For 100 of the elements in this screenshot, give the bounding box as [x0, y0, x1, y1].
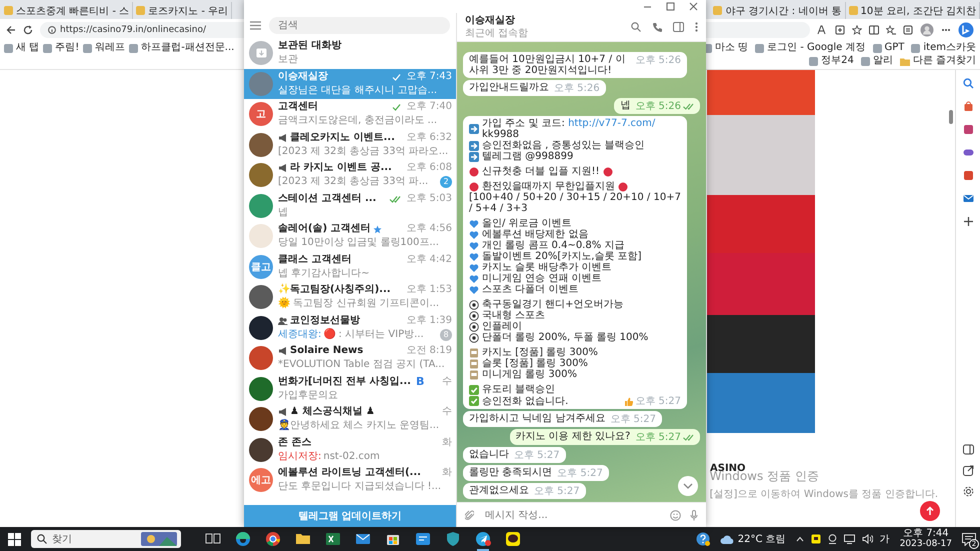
microphone-icon[interactable]: [690, 510, 698, 520]
star-icon[interactable]: [852, 25, 862, 35]
input-method-indicator[interactable]: 가: [880, 532, 890, 546]
bookmark-link[interactable]: 알리: [860, 55, 893, 67]
back-icon[interactable]: [6, 25, 16, 35]
phone-icon[interactable]: [652, 22, 662, 32]
chat-item[interactable]: 스테이션 고객센터 ... 오후 5:03 넵: [244, 190, 456, 221]
browser-tab[interactable]: 로즈카지노 - 우리: [133, 2, 232, 19]
search-field[interactable]: 검색: [269, 17, 450, 34]
bookmark-link[interactable]: 주림!: [43, 42, 80, 54]
chat-name: 솔레어(솔) 고객센터: [278, 223, 371, 236]
chat-item[interactable]: 에고 에볼루션 라이트닝 고객센터(... 화 단도 후문입니다 지급되셨습니다 !...: [244, 465, 456, 496]
chat-item[interactable]: 번화가[너머진 전부 사칭입... B 수 가입후문의요: [244, 374, 456, 404]
paper-plane-icon[interactable]: [475, 531, 491, 547]
speaker-icon[interactable]: [862, 534, 873, 544]
network-icon[interactable]: [844, 534, 855, 544]
close-icon[interactable]: [689, 2, 698, 11]
split-screen-icon[interactable]: [869, 25, 879, 35]
browser-icon[interactable]: [265, 531, 281, 547]
profile-icon[interactable]: [920, 23, 934, 37]
message-link[interactable]: http://v77-7.com/: [568, 118, 656, 129]
scroll-down-button[interactable]: [678, 476, 698, 496]
chat-item[interactable]: 클고 클래스 고객센터 오후 4:42 넵 후기감사합니다~: [244, 252, 456, 282]
speech-bubble-icon[interactable]: [505, 531, 521, 547]
message-time: 오후 5:27: [557, 468, 603, 479]
message-line: 슬롯 [정품] 롤링 300%: [482, 358, 588, 369]
external-link-icon[interactable]: [962, 465, 974, 476]
chat-item[interactable]: ♟ 체스공식채널 ♟ 수 👮안녕하세요 체스 카지노 운영팀...: [244, 404, 456, 434]
browser-tab[interactable]: 야구 경기시간 : 네이버 통: [710, 2, 846, 19]
more-icon[interactable]: [695, 22, 698, 32]
bookmark-link[interactable]: item스카웃: [911, 42, 976, 54]
attach-icon[interactable]: [465, 510, 474, 520]
menu-icon[interactable]: [250, 21, 261, 30]
chat-name: 클래스 고객센터: [278, 254, 352, 266]
browser-icon[interactable]: [235, 531, 251, 547]
chat-status: 최근에 접속함: [465, 28, 530, 40]
chat-item[interactable]: 고 고객센터 오후 7:40 금액크지도않은데, 충전금이라도 ...: [244, 99, 456, 130]
favicon-icon: [848, 6, 858, 15]
apps-icon[interactable]: [835, 25, 845, 35]
message-time: 오후 5:27: [610, 414, 656, 425]
tools-icon[interactable]: [962, 124, 974, 135]
favorites-icon[interactable]: [886, 25, 896, 35]
activation-text: [설정]으로 이동하여 Windows를 정품 인증합니다.: [710, 488, 938, 501]
mail-icon[interactable]: [355, 531, 371, 547]
bookmark-link[interactable]: 워레프: [83, 42, 126, 54]
message-input[interactable]: 메시지 작성...: [483, 508, 661, 522]
sidebar-icon[interactable]: [962, 444, 974, 455]
bookmark-link[interactable]: GPT: [872, 42, 904, 54]
chat-preview: 단도 후문입니다 지급되셨습니다 !...: [278, 481, 442, 494]
chat-item[interactable]: 코인정보선물방 오후 1:39 세종대왕: 🔴 : 시부터는 VIP방... 8: [244, 312, 456, 343]
search-highlight-drawing: [141, 532, 177, 546]
bookmark-link[interactable]: 로그인 - Google 계정: [755, 42, 866, 54]
shield-icon[interactable]: [445, 531, 461, 547]
copilot-icon[interactable]: [958, 22, 974, 38]
chat-item[interactable]: 솔레어(솔) 고객센터 오후 4:56 당일 10만이상 입금및 롤링100프...: [244, 221, 456, 252]
bookmark-link[interactable]: 정부24: [809, 55, 854, 67]
emoji-icon[interactable]: [670, 510, 681, 520]
taskbar-search-field[interactable]: 찾기: [31, 530, 181, 548]
scrollbar-thumb[interactable]: [949, 110, 953, 124]
chat-item[interactable]: 클레오카지노 이벤트... 오후 6:32 [2023 제 32회 총상금 33억 파라오...: [244, 130, 456, 160]
maximize-icon[interactable]: [666, 2, 675, 11]
speech-bubble-icon[interactable]: [810, 534, 821, 544]
chat-name: ✨독고팀장(사칭주의)...: [278, 284, 391, 296]
spreadsheet-icon[interactable]: [325, 531, 341, 547]
chat-preview: 보관: [278, 54, 298, 66]
search-icon[interactable]: [962, 78, 974, 89]
shopping-bag-icon[interactable]: [962, 101, 974, 112]
bookmark-link[interactable]: 다른 즐겨찾기: [900, 55, 976, 67]
browser-tab[interactable]: 10분 요리, 조간단 김치찬: [846, 2, 980, 19]
browser-tab[interactable]: 스포츠중계 빠른티비 - 스: [1, 2, 134, 19]
weather-text[interactable]: 22°C 흐림: [738, 532, 786, 546]
message-line: 축구동일경기 핸디+언오버가능: [482, 299, 624, 310]
start-icon[interactable]: [8, 532, 21, 546]
message-text: 관계없으세요: [469, 485, 529, 496]
scroll-top-button[interactable]: [920, 501, 940, 521]
search-icon[interactable]: [631, 22, 641, 32]
clock-time: 오후 7:44: [903, 528, 949, 539]
chat-item[interactable]: 존 존스 화 임시저장: nst-02.com: [244, 434, 456, 465]
folder-icon[interactable]: [295, 531, 311, 547]
message-line: [100+40 / 50+20 / 30+15 / 20+10 / 10+7 / 5+4 / 3+3: [469, 192, 681, 214]
reload-icon[interactable]: [23, 25, 33, 35]
chat-item[interactable]: Solaire News 오전 8:19 *EVOLUTION Table 점검 공지 (TA...: [244, 343, 456, 374]
office-icon[interactable]: [962, 170, 974, 181]
chat-item[interactable]: ✨독고팀장(사칭주의)... 오후 1:53 🌞 독고팀장 신규회원 기프티콘이...: [244, 282, 456, 312]
sidebar-icon[interactable]: [673, 22, 684, 32]
games-icon[interactable]: [962, 147, 974, 158]
help-icon[interactable]: [696, 532, 710, 546]
chat-item[interactable]: 라 카지노 이벤트 공... 오후 6:08 [2023 제 32회 총상금 33억 파... 2: [244, 160, 456, 190]
collections-icon[interactable]: [903, 25, 913, 35]
chevron-up-icon[interactable]: [796, 536, 804, 542]
settings-icon[interactable]: [962, 486, 974, 497]
plus-icon[interactable]: [962, 216, 974, 227]
bookmark-link[interactable]: 하프클럽-패션전문...: [129, 42, 234, 54]
clock[interactable]: 오후 7:44 2023-08-17: [900, 528, 952, 550]
bookmark-link[interactable]: 새 탭: [4, 42, 40, 54]
chat-icon[interactable]: [415, 531, 431, 547]
webcam-icon[interactable]: [828, 534, 837, 544]
notification-icon[interactable]: [962, 532, 976, 546]
read-aloud-icon[interactable]: [817, 25, 828, 35]
chat-item[interactable]: 보관된 대화방 보관: [244, 38, 456, 68]
